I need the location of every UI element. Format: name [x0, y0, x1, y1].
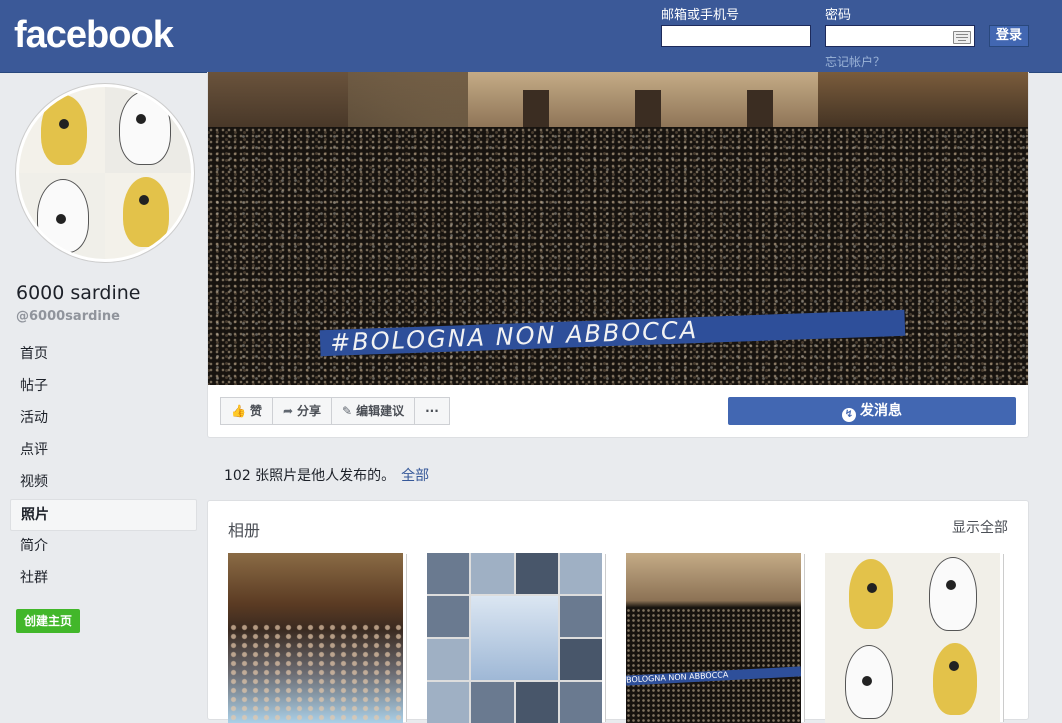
white-fish-icon — [37, 179, 89, 253]
collage-tile — [427, 639, 470, 680]
collage-tile — [471, 553, 514, 594]
eiffel-tower-tile — [471, 596, 558, 680]
sidebar-item-posts[interactable]: 帖子 — [10, 371, 197, 403]
album-thumbnail[interactable] — [228, 553, 403, 723]
sidebar-nav: 首页 帖子 活动 点评 视频 照片 简介 社群 — [10, 339, 197, 595]
sidebar-item-home[interactable]: 首页 — [10, 339, 197, 371]
suggest-edits-label: 编辑建议 — [356, 404, 405, 418]
cathedral-door — [747, 90, 773, 130]
avatar-quadrant — [19, 173, 105, 259]
show-all-albums-link[interactable]: 显示全部 — [952, 517, 1008, 537]
page-actions: 👍 赞 ➦ 分享 ✎ 编辑建议 ··· — [220, 397, 450, 425]
page-title[interactable]: 6000 sardine — [16, 282, 140, 304]
collage-tile — [427, 682, 470, 723]
send-message-button[interactable]: ↯ 发消息 — [728, 397, 1016, 425]
like-button[interactable]: 👍 赞 — [220, 397, 273, 425]
cathedral-door — [523, 90, 549, 130]
share-button[interactable]: ➦ 分享 — [271, 397, 333, 425]
collage-tile — [559, 596, 602, 637]
all-photos-link[interactable]: 全部 — [401, 468, 429, 484]
photos-count-text: 102 张照片是他人发布的。 — [224, 468, 396, 484]
page-handle[interactable]: @6000sardine — [16, 309, 120, 324]
sidebar-item-events[interactable]: 活动 — [10, 403, 197, 435]
top-bar: facebook 邮箱或手机号 密码 登录 忘记帐户？ — [0, 0, 1062, 73]
fish-eye-icon — [862, 676, 872, 686]
facebook-logo[interactable]: facebook — [14, 14, 174, 57]
albums-title: 相册 — [228, 521, 261, 540]
collage-tile — [471, 682, 514, 723]
white-fish-icon — [845, 645, 893, 719]
fish-eye-icon — [136, 114, 146, 124]
yellow-fish-icon — [933, 643, 977, 715]
sidebar-item-reviews[interactable]: 点评 — [10, 435, 197, 467]
yellow-fish-icon — [123, 177, 169, 247]
password-label: 密码 — [825, 8, 852, 23]
white-fish-icon — [119, 91, 171, 165]
albums-card: 相册 显示全部 BOLOGNA NON ABBOCCA — [207, 500, 1029, 723]
album-thumbnail[interactable] — [427, 553, 602, 723]
like-label: 赞 — [249, 404, 262, 418]
fish-eye-icon — [139, 195, 149, 205]
collage-tile — [559, 639, 602, 680]
collage-tile — [427, 553, 470, 594]
cathedral-facade — [468, 72, 828, 130]
sidebar-item-community[interactable]: 社群 — [10, 563, 197, 595]
avatar-quadrant — [105, 87, 191, 173]
forgot-account-link[interactable]: 忘记帐户？ — [825, 53, 885, 70]
thumbs-up-icon: 👍 — [231, 404, 246, 418]
create-page-button[interactable]: 创建主页 — [16, 609, 81, 633]
share-label: 分享 — [297, 404, 322, 418]
sidebar-item-about[interactable]: 简介 — [10, 531, 197, 563]
share-arrow-icon: ➦ — [282, 404, 294, 418]
fish-eye-icon — [867, 583, 877, 593]
avatar-quadrant — [105, 173, 191, 259]
login-button[interactable]: 登录 — [989, 25, 1029, 47]
album-thumbnail[interactable]: BOLOGNA NON ABBOCCA — [626, 553, 801, 723]
white-fish-icon — [929, 557, 977, 631]
sidebar-item-photos[interactable]: 照片 — [10, 499, 197, 531]
cathedral-door — [635, 90, 661, 130]
suggest-edits-button[interactable]: ✎ 编辑建议 — [331, 397, 416, 425]
email-field[interactable] — [661, 25, 811, 47]
collage-tile — [427, 596, 470, 637]
fish-eye-icon — [946, 580, 956, 590]
profile-avatar[interactable] — [16, 84, 194, 262]
collage-tile — [515, 682, 558, 723]
keyboard-icon[interactable] — [953, 31, 971, 44]
collage-tile — [515, 553, 558, 594]
album-thumbnail[interactable] — [825, 553, 1000, 723]
yellow-fish-icon — [41, 95, 87, 165]
fish-eye-icon — [949, 661, 959, 671]
messenger-icon: ↯ — [842, 408, 856, 422]
cover-photo[interactable]: #BOLOGNA NON ABBOCCA — [208, 72, 1028, 385]
avatar-quadrant — [19, 87, 105, 173]
photos-note: 102 张照片是他人发布的。 全部 — [224, 465, 429, 485]
collage-tile — [559, 682, 602, 723]
mini-banner: BOLOGNA NON ABBOCCA — [626, 666, 801, 686]
yellow-fish-icon — [849, 559, 893, 629]
collage-tile — [559, 553, 602, 594]
more-button[interactable]: ··· — [414, 397, 450, 425]
send-message-label: 发消息 — [860, 403, 902, 419]
fish-eye-icon — [59, 119, 69, 129]
fish-eye-icon — [56, 214, 66, 224]
pencil-icon: ✎ — [342, 404, 353, 418]
sidebar-item-videos[interactable]: 视频 — [10, 467, 197, 499]
email-label: 邮箱或手机号 — [661, 8, 740, 23]
